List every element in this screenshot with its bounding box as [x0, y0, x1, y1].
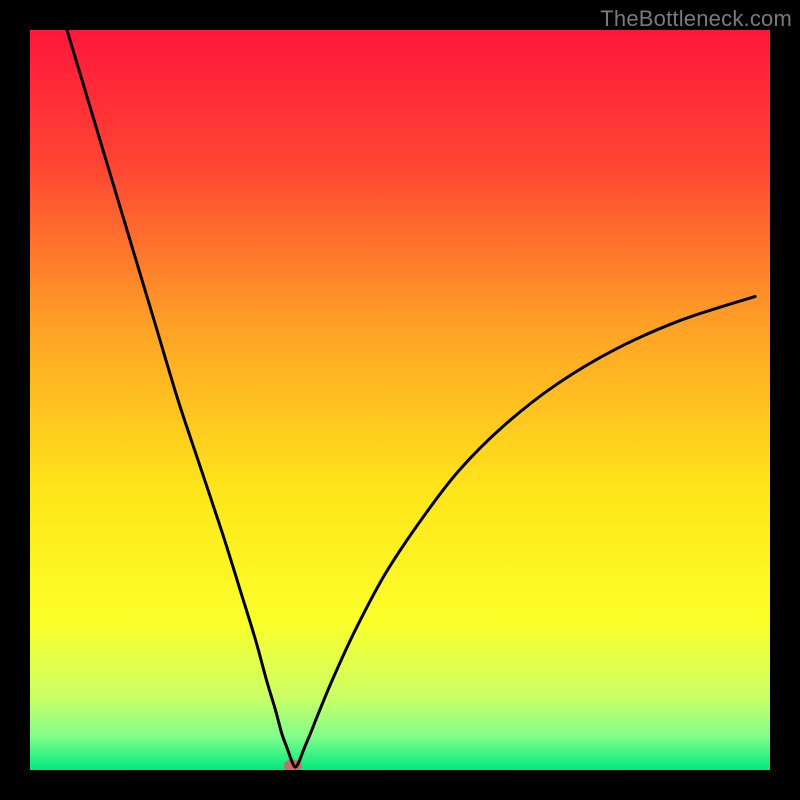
chart-svg — [30, 30, 770, 770]
watermark-text: TheBottleneck.com — [600, 6, 792, 32]
gradient-background — [30, 30, 770, 770]
chart-frame — [30, 30, 770, 770]
